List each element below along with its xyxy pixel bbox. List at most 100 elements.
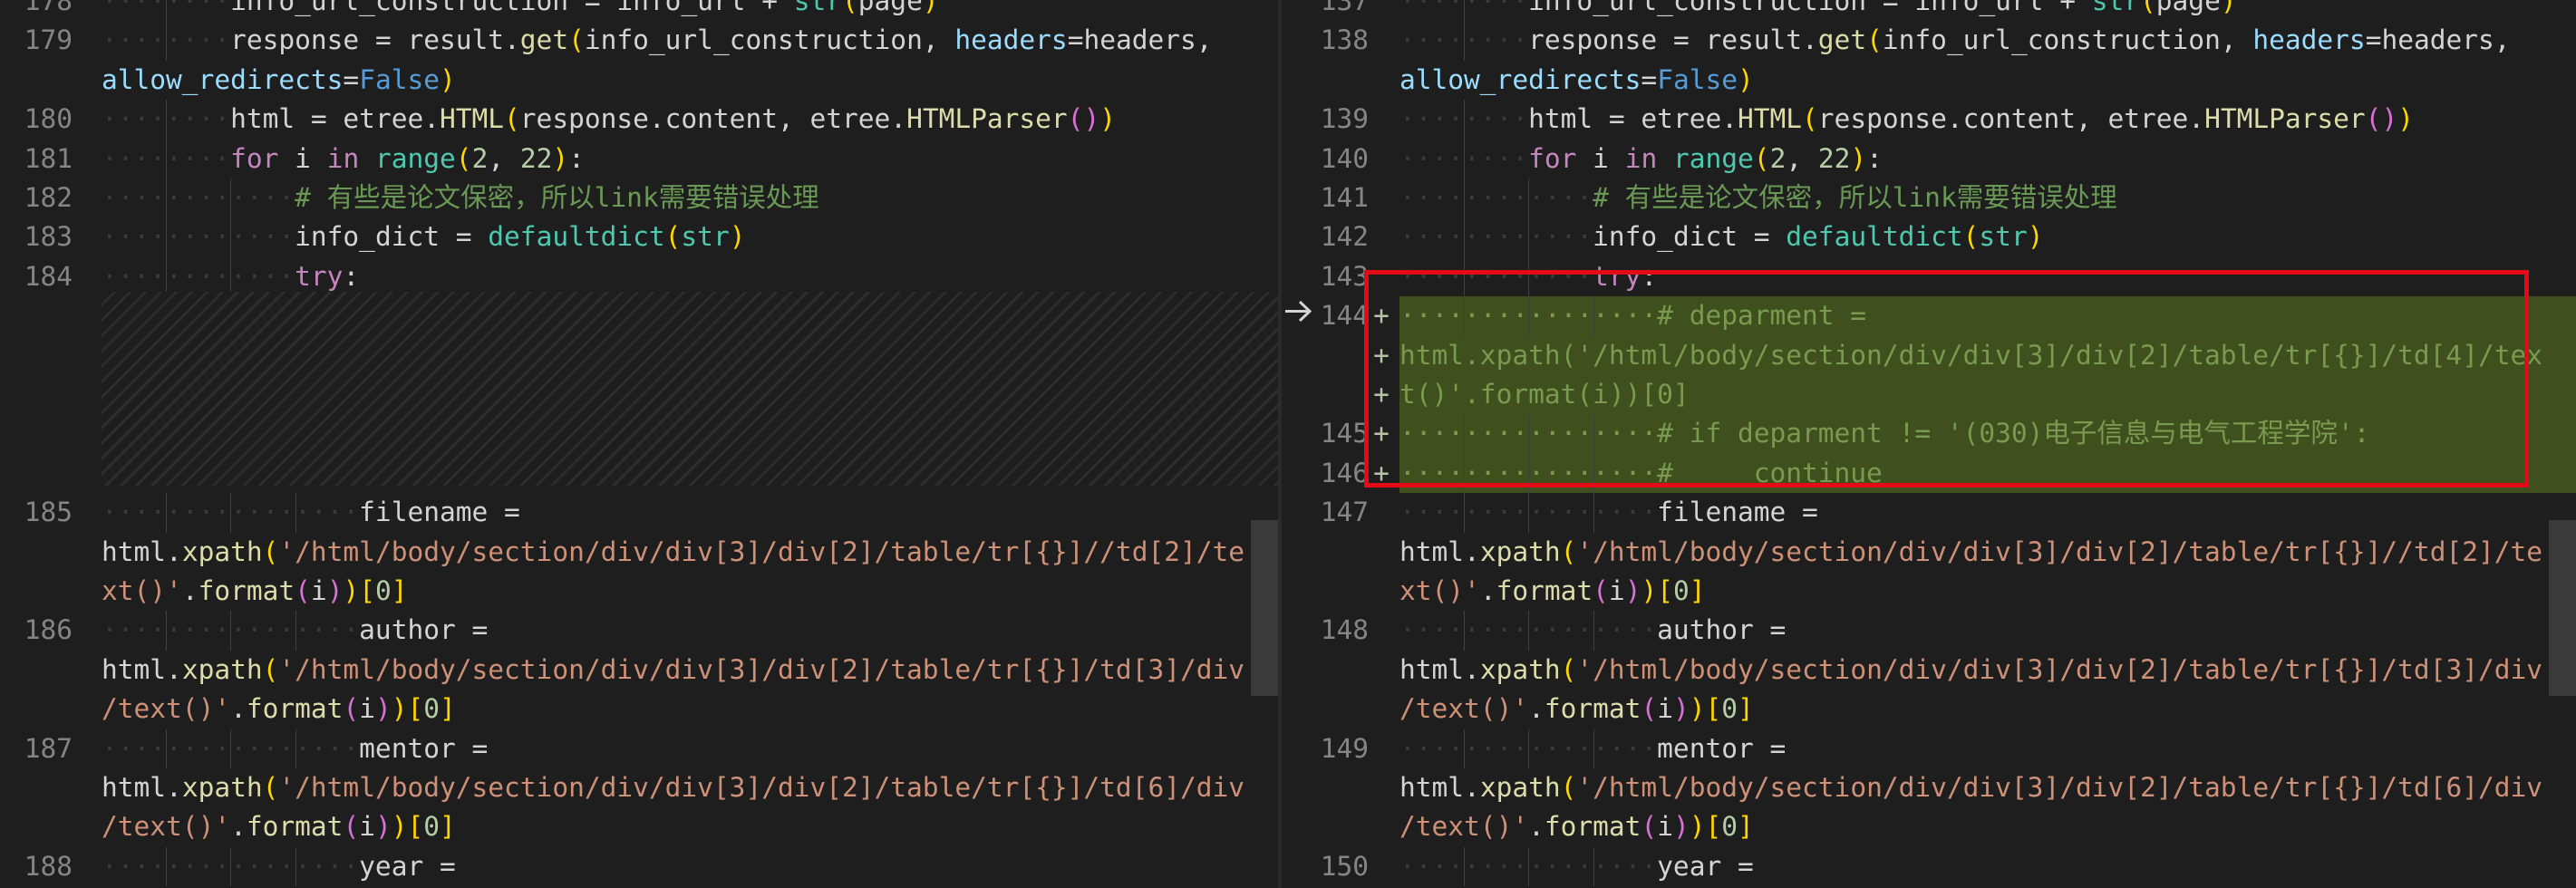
code-text[interactable]: ········for i in range(2, 22): (1399, 140, 1883, 179)
code-line[interactable]: 180 ········html = etree.HTML(response.co… (0, 100, 1278, 140)
left-scrollbar-thumb[interactable] (1251, 520, 1278, 696)
indent-guide (1593, 846, 1594, 887)
indent-guide (1528, 846, 1530, 887)
indent-guide (1593, 729, 1594, 768)
line-number: 139 (1320, 103, 1369, 135)
code-line[interactable]: 183 ············info_dict = defaultdict(s… (0, 217, 1278, 257)
code-line[interactable]: html.xpath('/html/body/section/div/div[3… (0, 768, 1278, 807)
code-text[interactable]: ········html = etree.HTML(response.conte… (1399, 100, 2414, 139)
indent-guide (1528, 179, 1530, 218)
indent-guide (1528, 493, 1530, 533)
code-line[interactable]: /text()'.format(i))[0] (0, 807, 1278, 846)
indent-guide (1464, 139, 1466, 179)
right-scrollbar-thumb[interactable] (2549, 520, 2576, 696)
line-number: 184 (24, 260, 73, 292)
code-text[interactable]: ········info_url_construction = info_url… (102, 0, 939, 21)
code-text[interactable]: ········html = etree.HTML(response.conte… (102, 100, 1116, 139)
line-number: 148 (1320, 614, 1369, 646)
code-line[interactable]: 184 ············try: (0, 256, 1278, 297)
line-number: 186 (24, 614, 73, 646)
indent-guide (1464, 179, 1466, 218)
code-line[interactable]: 138 ········response = result.get(info_ur… (1282, 21, 2576, 61)
code-line[interactable]: 188 ················year = (0, 846, 1278, 887)
code-line[interactable]: /text()'.format(i))[0] (1282, 690, 2576, 729)
code-line[interactable]: 141 ············# 有些是论文保密，所以link需要错误处理 (1282, 179, 2576, 218)
code-text[interactable]: html.xpath('/html/body/section/div/div[3… (1399, 768, 2542, 807)
indent-guide (1528, 217, 1530, 257)
code-line[interactable]: 178 ········info_url_construction = info_… (0, 0, 1278, 22)
line-number: 178 (24, 0, 73, 16)
indent-guide (230, 179, 232, 218)
indent-guide (230, 611, 232, 651)
code-line[interactable]: allow_redirects=False) (0, 61, 1278, 100)
code-line[interactable]: 150 ················year = (1282, 846, 2576, 887)
code-text[interactable]: /text()'.format(i))[0] (1399, 690, 1754, 729)
code-text[interactable]: html.xpath('/html/body/section/div/div[3… (102, 768, 1244, 807)
code-line[interactable]: xt()'.format(i))[0] (1282, 572, 2576, 611)
code-line[interactable]: 137 ········info_url_construction = info_… (1282, 0, 2576, 22)
code-text[interactable]: allow_redirects=False) (1399, 61, 1754, 100)
code-text[interactable]: /text()'.format(i))[0] (102, 807, 456, 846)
left-diff-pane[interactable]: 178 ········info_url_construction = info_… (0, 0, 1278, 888)
code-text[interactable]: ················year = (1399, 847, 1754, 886)
code-text[interactable]: ············# 有些是论文保密，所以link需要错误处理 (1399, 179, 2117, 217)
indent-guide (166, 611, 168, 651)
line-number: 182 (24, 182, 73, 213)
code-text[interactable]: html.xpath('/html/body/section/div/div[3… (102, 533, 1244, 572)
line-number: 188 (24, 850, 73, 882)
code-text[interactable]: html.xpath('/html/body/section/div/div[3… (1399, 651, 2542, 690)
code-line[interactable]: html.xpath('/html/body/section/div/div[3… (1282, 768, 2576, 807)
code-text[interactable]: ············info_dict = defaultdict(str) (1399, 217, 2043, 256)
code-text[interactable]: ········info_url_construction = info_url… (1399, 0, 2237, 21)
indent-guide (1528, 611, 1530, 651)
code-text[interactable]: ················year = (102, 847, 456, 886)
indent-guide (166, 217, 168, 257)
code-text[interactable]: xt()'.format(i))[0] (102, 572, 408, 611)
code-line[interactable]: 181 ········for i in range(2, 22): (0, 139, 1278, 179)
code-text[interactable]: /text()'.format(i))[0] (1399, 807, 1754, 846)
code-text[interactable]: ············info_dict = defaultdict(str) (102, 217, 745, 256)
line-number: 145 (1320, 418, 1369, 449)
code-line[interactable]: 187 ················mentor = (0, 729, 1278, 768)
code-line[interactable]: html.xpath('/html/body/section/div/div[3… (0, 651, 1278, 690)
line-number: 187 (24, 732, 73, 764)
code-line[interactable]: 139 ········html = etree.HTML(response.co… (1282, 100, 2576, 140)
code-text[interactable]: allow_redirects=False) (102, 61, 456, 100)
code-line[interactable]: 140 ········for i in range(2, 22): (1282, 139, 2576, 179)
arrow-right-icon (1285, 300, 1312, 323)
code-line[interactable]: 182 ············# 有些是论文保密，所以link需要错误处理 (0, 179, 1278, 218)
code-line[interactable]: xt()'.format(i))[0] (0, 572, 1278, 611)
code-text[interactable]: ········response = result.get(info_url_c… (1399, 21, 2511, 60)
code-text[interactable]: /text()'.format(i))[0] (102, 690, 456, 729)
indent-guide (230, 729, 232, 768)
code-line[interactable]: 142 ············info_dict = defaultdict(s… (1282, 217, 2576, 257)
line-number: 179 (24, 24, 73, 56)
code-line[interactable]: /text()'.format(i))[0] (0, 690, 1278, 729)
line-number: 143 (1320, 260, 1369, 292)
line-number: 185 (24, 497, 73, 528)
code-line[interactable]: 185 ················filename = (0, 493, 1278, 533)
code-text[interactable]: ················filename = (102, 493, 520, 532)
code-line[interactable]: html.xpath('/html/body/section/div/div[3… (1282, 651, 2576, 690)
code-text[interactable]: ················filename = (1399, 493, 1818, 532)
code-line[interactable]: 186 ················author = (0, 611, 1278, 651)
indent-guide (295, 493, 296, 533)
code-line[interactable]: /text()'.format(i))[0] (1282, 807, 2576, 846)
code-text[interactable]: html.xpath('/html/body/section/div/div[3… (102, 651, 1244, 690)
indent-guide (166, 256, 168, 297)
code-text[interactable]: ········response = result.get(info_url_c… (102, 21, 1213, 60)
code-line[interactable]: 147 ················filename = (1282, 493, 2576, 533)
code-line[interactable]: html.xpath('/html/body/section/div/div[3… (1282, 533, 2576, 572)
code-line[interactable]: 149 ················mentor = (1282, 729, 2576, 768)
indent-guide (1593, 611, 1594, 651)
code-text[interactable]: xt()'.format(i))[0] (1399, 572, 1706, 611)
indent-guide (295, 846, 296, 887)
code-line[interactable]: 148 ················author = (1282, 611, 2576, 651)
code-line[interactable]: html.xpath('/html/body/section/div/div[3… (0, 533, 1278, 572)
line-number: 140 (1320, 142, 1369, 174)
code-text[interactable]: ········for i in range(2, 22): (102, 140, 585, 179)
code-line[interactable]: allow_redirects=False) (1282, 61, 2576, 100)
code-text[interactable]: html.xpath('/html/body/section/div/div[3… (1399, 533, 2542, 572)
code-line[interactable]: 179 ········response = result.get(info_ur… (0, 21, 1278, 61)
code-text[interactable]: ············# 有些是论文保密，所以link需要错误处理 (102, 179, 819, 217)
